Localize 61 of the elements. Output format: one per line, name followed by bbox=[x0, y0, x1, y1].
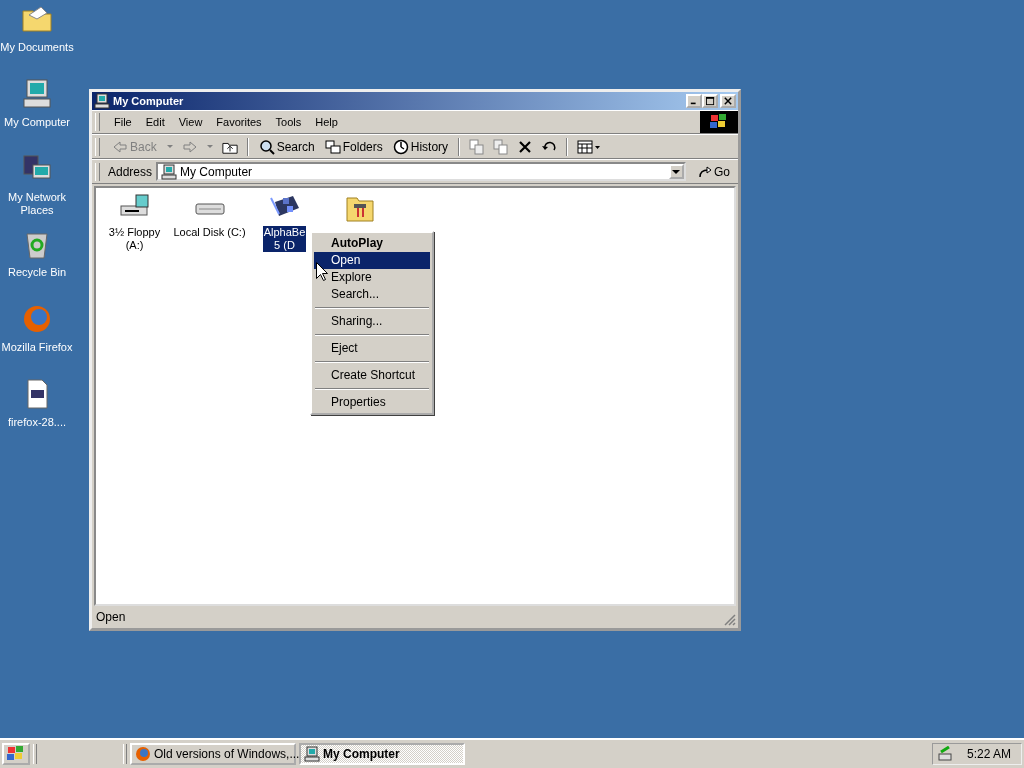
dropdown-arrow-icon[interactable] bbox=[206, 144, 213, 149]
menu-item[interactable]: Edit bbox=[139, 114, 171, 130]
close-icon bbox=[724, 97, 732, 105]
taskbar-button[interactable]: My Computer bbox=[299, 743, 465, 765]
menu-item[interactable]: Properties bbox=[314, 394, 430, 411]
go-arrow-icon bbox=[698, 164, 712, 179]
desktop-icon-label[interactable]: firefox-28.... bbox=[7, 416, 67, 429]
views-icon[interactable] bbox=[577, 138, 602, 155]
close-button[interactable] bbox=[720, 94, 736, 108]
folders-icon bbox=[324, 138, 341, 155]
go-button[interactable]: Go bbox=[688, 164, 738, 179]
desktop-icon-label[interactable]: Mozilla Firefox bbox=[1, 341, 73, 354]
delete-icon[interactable] bbox=[517, 138, 534, 155]
dropdown-arrow-icon bbox=[672, 169, 681, 174]
search-icon bbox=[258, 138, 275, 155]
dropdown-arrow-icon[interactable] bbox=[166, 144, 173, 149]
maximize-button[interactable] bbox=[702, 94, 718, 108]
clock: 5:22 AM bbox=[967, 747, 1012, 761]
address-label: Address bbox=[108, 164, 153, 179]
globe-icon bbox=[135, 746, 151, 762]
safely-remove-hardware-icon[interactable] bbox=[937, 746, 955, 762]
desktop-icon-label[interactable]: My Network Places bbox=[7, 191, 67, 217]
clock-icon bbox=[392, 138, 409, 155]
window-title: My Computer bbox=[113, 95, 185, 107]
status-text: Open bbox=[95, 610, 127, 624]
desktop-icon-label[interactable]: My Documents bbox=[0, 41, 74, 54]
computer-icon bbox=[304, 746, 320, 762]
menu-item[interactable]: Favorites bbox=[210, 114, 268, 130]
menu-item[interactable]: Eject bbox=[314, 340, 430, 357]
dropdown-button[interactable] bbox=[669, 164, 684, 179]
back-arrow-icon bbox=[112, 138, 128, 155]
menu-item[interactable]: File bbox=[108, 114, 138, 130]
menu-item[interactable]: Create Shortcut bbox=[314, 367, 430, 384]
menu-item[interactable]: Open bbox=[314, 252, 430, 269]
mouse-cursor-icon bbox=[316, 262, 328, 281]
drive-label[interactable]: AlphaBe 5 (D bbox=[262, 226, 307, 252]
address-field[interactable]: My Computer bbox=[156, 162, 686, 181]
menu-item[interactable]: Help bbox=[309, 114, 344, 130]
copy-to-icon[interactable] bbox=[493, 138, 510, 155]
maximize-icon bbox=[705, 96, 715, 106]
drive-label[interactable]: 3½ Floppy (A:) bbox=[107, 226, 162, 252]
windows-flag-icon bbox=[6, 745, 26, 763]
computer-icon bbox=[94, 93, 110, 109]
search-button[interactable]: Search bbox=[254, 137, 319, 156]
desktop-icon-label[interactable]: Recycle Bin bbox=[7, 266, 67, 279]
menu-item[interactable]: Search... bbox=[314, 286, 430, 303]
resize-grip-icon[interactable] bbox=[724, 614, 736, 626]
computer-icon bbox=[161, 163, 178, 180]
windows-logo-icon bbox=[700, 111, 738, 133]
start-button[interactable] bbox=[2, 743, 30, 765]
menu-item[interactable]: AutoPlay bbox=[314, 235, 430, 252]
menu-item[interactable]: Tools bbox=[269, 114, 308, 130]
history-button[interactable]: History bbox=[388, 137, 453, 156]
drive-label[interactable]: Local Disk (C:) bbox=[172, 226, 247, 239]
computer-icon[interactable] bbox=[21, 78, 53, 110]
menu-item[interactable]: View bbox=[172, 114, 209, 130]
menu-item[interactable]: Sharing... bbox=[314, 313, 430, 330]
folders-button[interactable]: Folders bbox=[320, 137, 387, 156]
desktop-icon-label[interactable]: My Computer bbox=[4, 116, 70, 129]
minimize-button[interactable] bbox=[686, 94, 702, 108]
menu-item[interactable]: Explore bbox=[314, 269, 430, 286]
